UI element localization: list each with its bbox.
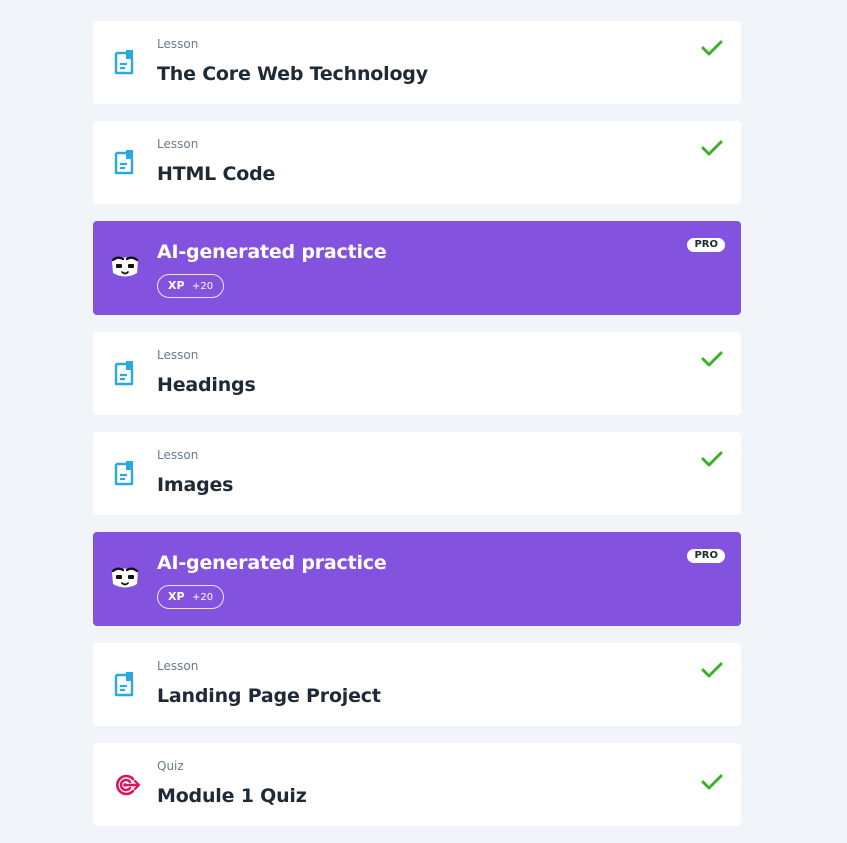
lesson-document-icon bbox=[113, 671, 137, 699]
item-type-label: Lesson bbox=[157, 348, 199, 362]
pro-badge: PRO bbox=[687, 549, 725, 563]
xp-badge: XP +20 bbox=[157, 585, 225, 609]
item-title: Module 1 Quiz bbox=[157, 785, 307, 807]
quiz-card[interactable]: Quiz Module 1 Quiz bbox=[93, 743, 741, 826]
item-title: AI-generated practice bbox=[157, 552, 387, 574]
lesson-document-icon bbox=[113, 360, 137, 388]
lesson-card[interactable]: Lesson HTML Code bbox=[93, 121, 741, 204]
module-lesson-list: Lesson The Core Web Technology Lesson HT… bbox=[93, 21, 741, 843]
item-title: AI-generated practice bbox=[157, 241, 387, 263]
lesson-document-icon bbox=[113, 460, 137, 488]
checkmark-icon bbox=[701, 450, 723, 468]
ai-practice-face-icon bbox=[110, 253, 140, 281]
quiz-target-icon bbox=[113, 771, 141, 799]
lesson-document-icon bbox=[113, 49, 137, 77]
xp-badge: XP +20 bbox=[157, 274, 225, 298]
item-title: Landing Page Project bbox=[157, 685, 381, 707]
xp-amount: +20 bbox=[192, 592, 214, 603]
ai-practice-face-icon bbox=[110, 564, 140, 592]
ai-practice-card[interactable]: AI-generated practice XP +20 PRO bbox=[93, 221, 741, 315]
pro-badge: PRO bbox=[687, 238, 725, 252]
ai-practice-card[interactable]: AI-generated practice XP +20 PRO bbox=[93, 532, 741, 626]
lesson-card[interactable]: Lesson Landing Page Project bbox=[93, 643, 741, 726]
lesson-card[interactable]: Lesson Headings bbox=[93, 332, 741, 415]
item-title: The Core Web Technology bbox=[157, 63, 428, 85]
item-title: Headings bbox=[157, 374, 256, 396]
lesson-document-icon bbox=[113, 149, 137, 177]
lesson-card[interactable]: Lesson The Core Web Technology bbox=[93, 21, 741, 104]
item-type-label: Lesson bbox=[157, 137, 199, 151]
xp-label: XP bbox=[168, 279, 185, 292]
xp-label: XP bbox=[168, 590, 185, 603]
item-title: Images bbox=[157, 474, 234, 496]
item-type-label: Quiz bbox=[157, 759, 184, 773]
checkmark-icon bbox=[701, 139, 723, 157]
checkmark-icon bbox=[701, 661, 723, 679]
checkmark-icon bbox=[701, 350, 723, 368]
item-type-label: Lesson bbox=[157, 448, 199, 462]
item-title: HTML Code bbox=[157, 163, 276, 185]
checkmark-icon bbox=[701, 39, 723, 57]
item-type-label: Lesson bbox=[157, 37, 199, 51]
item-type-label: Lesson bbox=[157, 659, 199, 673]
checkmark-icon bbox=[701, 773, 723, 791]
xp-amount: +20 bbox=[192, 281, 214, 292]
lesson-card[interactable]: Lesson Images bbox=[93, 432, 741, 515]
